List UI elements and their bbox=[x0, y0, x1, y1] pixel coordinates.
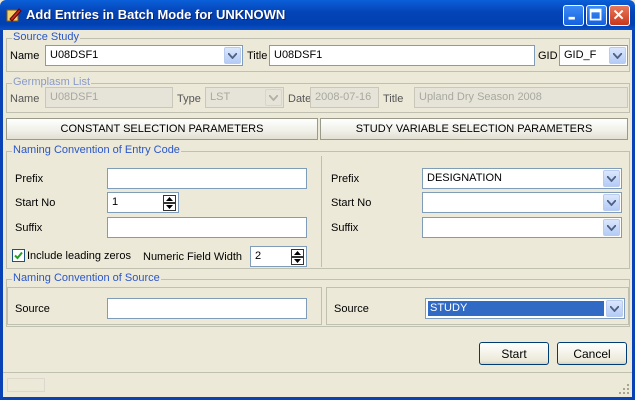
right-prefix-combo[interactable]: DESIGNATION bbox=[422, 168, 622, 189]
entry-code-title: Naming Convention of Entry Code bbox=[12, 144, 181, 156]
source-left-label: Source bbox=[15, 303, 50, 315]
list-name-field[interactable]: U08DSF1 bbox=[45, 87, 173, 108]
left-prefix-label: Prefix bbox=[15, 173, 44, 185]
chevron-down-icon[interactable] bbox=[603, 170, 620, 187]
list-type-value: LST bbox=[210, 91, 231, 103]
chevron-down-icon[interactable] bbox=[603, 219, 620, 236]
numeric-width-label: Numeric Field Width bbox=[143, 251, 243, 263]
study-title-field[interactable]: U08DSF1 bbox=[269, 45, 535, 66]
spinner-icon[interactable] bbox=[291, 249, 304, 265]
gid-value: GID_F bbox=[564, 49, 597, 61]
right-start-no-combo[interactable] bbox=[422, 192, 622, 213]
tab-study-variable-selection[interactable]: STUDY VARIABLE SELECTION PARAMETERS bbox=[320, 118, 628, 140]
chevron-down-icon[interactable] bbox=[606, 300, 623, 317]
start-button[interactable]: Start bbox=[479, 342, 549, 365]
list-title-value: Upland Dry Season 2008 bbox=[419, 91, 542, 103]
list-date-value: 2008-07-16 bbox=[315, 91, 372, 103]
status-bar bbox=[3, 372, 632, 397]
gid-combo[interactable]: GID_F bbox=[559, 45, 628, 66]
study-title-value: U08DSF1 bbox=[274, 49, 323, 61]
numeric-width-stepper[interactable]: 2 bbox=[250, 246, 307, 267]
source-right-label: Source bbox=[334, 303, 369, 315]
maximize-button[interactable] bbox=[586, 5, 607, 26]
source-right-combo[interactable]: STUDY bbox=[425, 298, 625, 319]
include-zeros-checkbox[interactable] bbox=[12, 249, 25, 262]
list-name-label: Name bbox=[10, 93, 40, 105]
chevron-down-icon[interactable] bbox=[224, 47, 241, 64]
entry-code-divider bbox=[321, 156, 322, 267]
source-right-value: STUDY bbox=[430, 302, 468, 314]
app-icon bbox=[6, 7, 22, 23]
right-prefix-label: Prefix bbox=[331, 173, 360, 185]
left-start-no-value: 1 bbox=[112, 196, 119, 208]
right-suffix-combo[interactable] bbox=[422, 217, 622, 238]
chevron-down-icon[interactable] bbox=[609, 47, 626, 64]
minimize-button[interactable] bbox=[563, 5, 584, 26]
tab-constant-selection[interactable]: CONSTANT SELECTION PARAMETERS bbox=[6, 118, 318, 140]
right-suffix-label: Suffix bbox=[331, 222, 359, 234]
chevron-down-icon[interactable] bbox=[603, 194, 620, 211]
include-zeros-label: Include leading zeros bbox=[27, 250, 131, 262]
spinner-icon[interactable] bbox=[163, 195, 176, 211]
study-name-label: Name bbox=[10, 50, 40, 62]
list-date-field[interactable]: 2008-07-16 bbox=[310, 87, 379, 108]
source-naming-title: Naming Convention of Source bbox=[12, 272, 161, 284]
list-title-field[interactable]: Upland Dry Season 2008 bbox=[414, 87, 628, 108]
list-type-label: Type bbox=[177, 93, 201, 105]
study-title-label: Title bbox=[247, 50, 268, 62]
list-type-combo[interactable]: LST bbox=[205, 87, 284, 108]
close-button[interactable] bbox=[609, 5, 630, 26]
source-left-input[interactable] bbox=[107, 298, 307, 319]
list-title-label: Title bbox=[383, 93, 404, 105]
resize-grip-icon[interactable] bbox=[618, 383, 630, 395]
list-name-value: U08DSF1 bbox=[50, 91, 99, 103]
cancel-button[interactable]: Cancel bbox=[557, 342, 627, 365]
study-name-value: U08DSF1 bbox=[50, 49, 99, 61]
right-start-no-label: Start No bbox=[331, 197, 372, 209]
left-prefix-input[interactable] bbox=[107, 168, 307, 189]
left-start-no-label: Start No bbox=[15, 197, 56, 209]
left-suffix-input[interactable] bbox=[107, 217, 307, 238]
checkmark-icon bbox=[14, 251, 23, 260]
numeric-width-value: 2 bbox=[255, 250, 262, 262]
status-panel bbox=[7, 378, 45, 392]
left-suffix-label: Suffix bbox=[15, 222, 43, 234]
chevron-down-icon[interactable] bbox=[265, 89, 282, 106]
gid-label: GID bbox=[538, 50, 558, 62]
list-date-label: Date bbox=[288, 93, 312, 105]
right-prefix-value: DESIGNATION bbox=[427, 172, 502, 184]
left-start-no-stepper[interactable]: 1 bbox=[107, 192, 179, 213]
window-title: Add Entries in Batch Mode for UNKNOWN bbox=[26, 7, 286, 22]
source-study-title: Source Study bbox=[12, 31, 81, 43]
study-name-combo[interactable]: U08DSF1 bbox=[45, 45, 243, 66]
